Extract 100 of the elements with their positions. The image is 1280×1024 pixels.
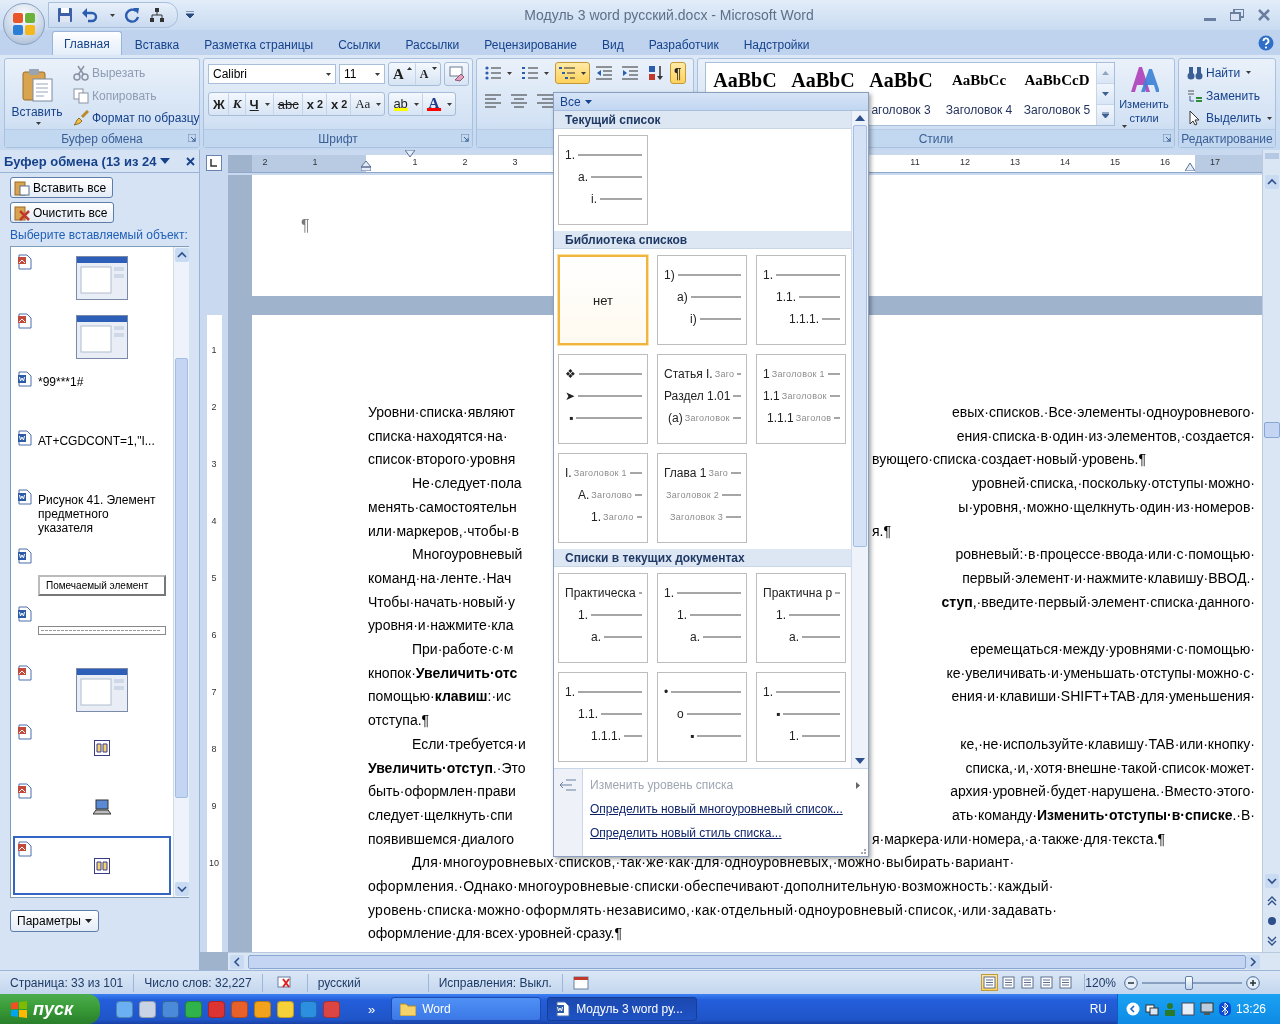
document-text: список·второго·уровня xyxy=(368,450,517,470)
document-text: оформление·для·всех·уровней·сразу.¶ xyxy=(368,924,622,944)
quick-launch-icon[interactable] xyxy=(277,1000,294,1018)
select-button[interactable]: Выделить xyxy=(1183,107,1277,129)
zoom-out-button[interactable] xyxy=(1124,975,1138,990)
taskbar-button[interactable]: Word xyxy=(391,997,542,1021)
clipboard-item[interactable]: AT+CGDCONT=1,"I... xyxy=(13,425,171,484)
screenshot-thumbnail xyxy=(76,256,128,301)
quick-launch-icon[interactable] xyxy=(139,1000,156,1018)
show-marks-button[interactable]: ¶ xyxy=(670,62,686,84)
filter-dropdown[interactable]: Все xyxy=(560,94,592,109)
list-style-tile[interactable]: Глава 1 Заго Заголовок 2 Заголовок 3 xyxy=(657,453,747,543)
quick-launch-icon[interactable] xyxy=(254,1000,271,1018)
clipboard-item[interactable]: Помечаемый элемент xyxy=(13,542,171,602)
font-size-field[interactable]: 11 xyxy=(339,64,385,84)
view-button[interactable] xyxy=(1019,974,1037,991)
list-style-tile[interactable]: 1. 1.1. 1.1.1. xyxy=(756,255,846,345)
list-style-tile[interactable]: 1. 1. a. xyxy=(657,573,747,663)
keyboard-language[interactable]: RU xyxy=(1089,1002,1107,1016)
scroll-thumb[interactable] xyxy=(175,358,188,798)
more-styles-button[interactable] xyxy=(1097,105,1114,125)
list-style-tile[interactable]: нет xyxy=(558,255,648,345)
list-marker: i) xyxy=(690,312,697,326)
replace-button[interactable]: Заменить xyxy=(1183,84,1277,107)
pane-title: Буфер обмена (13 из 24 xyxy=(4,153,157,169)
ribbon-tab[interactable]: Ссылки xyxy=(326,34,393,55)
style-preset[interactable]: AaBbC аголовок 3 xyxy=(862,63,940,125)
quick-launch-icon[interactable] xyxy=(185,1000,202,1018)
multilevel-button[interactable] xyxy=(555,62,590,84)
document-text: первый·элемент·и·нажмите·клавишу·ВВОД.· xyxy=(962,568,1255,588)
zoom-slider-thumb[interactable] xyxy=(1185,975,1193,990)
menu-item[interactable]: Определить новый стиль списка... xyxy=(554,821,868,845)
view-button[interactable] xyxy=(1000,974,1018,991)
more-arrows[interactable]: » xyxy=(368,1001,376,1017)
paste-button[interactable]: Вставить xyxy=(9,62,65,130)
shrink-font-button[interactable]: A xyxy=(415,63,440,85)
grow-font-button[interactable]: A xyxy=(389,63,416,85)
ruler-number: 17 xyxy=(1209,157,1221,167)
menu-item[interactable]: Определить новый многоуровневый список... xyxy=(554,797,868,821)
list-style-tile[interactable]: Практична р 1. a. xyxy=(756,573,846,663)
scroll-thumb[interactable] xyxy=(248,954,1246,969)
page-count: Страница: 33 из 101 xyxy=(0,973,135,992)
ribbon-tab[interactable]: Вставка xyxy=(122,34,192,55)
ribbon-tab[interactable]: Рассылки xyxy=(393,34,472,55)
zoom-in-button[interactable] xyxy=(1246,975,1260,990)
list-style-tile[interactable]: 1. a. i. xyxy=(558,135,648,225)
list-style-tile[interactable]: Статья I. Заго Раздел 1.01 (a) Заголовок xyxy=(657,354,747,444)
list-style-tile[interactable]: Практическа 1. a. xyxy=(558,573,648,663)
dropdown-caret-icon xyxy=(160,158,171,164)
paste-all-button[interactable]: Вставить все xyxy=(10,177,114,198)
clipboard-item[interactable] xyxy=(13,836,171,896)
ribbon-tab[interactable]: Надстройки xyxy=(731,34,822,55)
case-button[interactable]: Aa xyxy=(351,93,385,115)
paintbrush-icon xyxy=(73,110,89,127)
clear-all-button[interactable]: Очистить все xyxy=(10,202,115,223)
italic-button[interactable]: К xyxy=(228,93,246,115)
ribbon-tab[interactable]: Главная xyxy=(52,31,122,55)
start-button[interactable]: пуск xyxy=(0,994,100,1024)
ribbon-tab[interactable]: Разработчик xyxy=(636,34,731,55)
list-style-tile[interactable]: • o ▪ xyxy=(657,672,747,762)
list-style-tile[interactable]: 1. 1.1. 1.1.1. xyxy=(558,672,648,762)
find-button[interactable]: Найти xyxy=(1183,62,1277,84)
view-button[interactable] xyxy=(981,974,999,991)
document-text: появившемся·диалого xyxy=(368,829,515,849)
highlight-button[interactable]: ab xyxy=(389,93,423,115)
quick-launch-icon[interactable] xyxy=(116,1000,133,1018)
picture-document-icon xyxy=(18,312,32,329)
ribbon-tab[interactable]: Рецензирование xyxy=(472,34,589,55)
underline-button[interactable]: Ч xyxy=(245,93,274,115)
scroll-thumb[interactable] xyxy=(853,125,867,547)
strike-button[interactable]: abc xyxy=(273,93,303,115)
clipboard-text: AT+CGDCONT=1,"I... xyxy=(38,433,155,449)
taskbar-button[interactable]: Модуль 3 word ру... xyxy=(547,997,698,1021)
font-name-field[interactable]: Calibri xyxy=(208,64,336,84)
format-painter-button[interactable]: Формат по образцу xyxy=(69,107,204,129)
caret-icon xyxy=(413,102,419,106)
ribbon-tab[interactable]: Вид xyxy=(589,34,636,55)
change-styles-button[interactable]: Изменить стили xyxy=(1119,62,1169,130)
list-style-tile[interactable]: 1. ▪ 1. xyxy=(756,672,846,762)
view-button[interactable] xyxy=(1057,974,1075,991)
clipboard-item[interactable]: *99***1# xyxy=(13,366,171,426)
options-button[interactable]: Параметры xyxy=(10,910,99,932)
bold-button[interactable]: Ж xyxy=(209,93,229,115)
document-text: уровень·списка·можно·оформлять·независимо,·как·отдельный·одноуровневый·список,·или·задавать· xyxy=(368,900,1058,920)
style-preset[interactable]: AaBbCcD Заголовок 5 xyxy=(1018,63,1096,125)
list-style-tile[interactable]: 1) a) i) xyxy=(657,255,747,345)
scroll-thumb[interactable] xyxy=(1263,422,1280,438)
text-line-sample xyxy=(731,472,741,474)
list-style-tile[interactable]: ❖ ➤ ▪ xyxy=(558,354,648,444)
ribbon-tab[interactable]: Разметка страницы xyxy=(192,34,326,55)
view-button[interactable] xyxy=(1038,974,1056,991)
ruler-number: 11 xyxy=(909,157,921,167)
list-marker: 1. xyxy=(565,148,575,162)
style-preset[interactable]: AaBbCc Заголовок 4 xyxy=(940,63,1018,125)
list-style-tile[interactable]: 1 Заголовок 1 1.1 Заголовок 1.1.1 Заголов xyxy=(756,354,846,444)
clear-all-icon xyxy=(14,204,30,221)
clipboard-item[interactable]: Рисунок 41. Элемент предметного указателя xyxy=(13,483,171,543)
font-color-button[interactable]: A xyxy=(422,93,455,115)
list-style-tile[interactable]: I. Заголовок 1 A. Заголово 1. Заголо xyxy=(558,453,648,543)
scroll-down-button[interactable] xyxy=(1097,84,1114,105)
